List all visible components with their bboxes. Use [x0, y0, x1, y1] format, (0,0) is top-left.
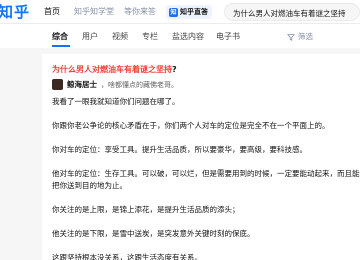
answer-paragraph: 他对车的定位：生存工具。可以破，可以烂，但是需要用到的时候，一定要能动起来，而且…	[52, 169, 360, 178]
filter-button[interactable]: 筛选	[287, 31, 313, 42]
author-name[interactable]: 鲸海居士	[67, 79, 97, 90]
search-input[interactable]: 为什么男人对燃油车有着谜之坚持	[224, 3, 360, 21]
tab-salt-content[interactable]: 盐选内容	[172, 31, 204, 42]
tab-users[interactable]: 用户	[82, 31, 98, 42]
search-value: 为什么男人对燃油车有着谜之坚持	[233, 9, 346, 18]
zhida-icon: 知	[169, 7, 178, 17]
answer-paragraph: 你对车的定位：享受工具。提升生活品质，所以要豪华，要高级，要科技感。	[52, 145, 307, 154]
zhida-label: 知乎直答	[180, 8, 208, 16]
avatar[interactable]	[52, 79, 63, 90]
answer-paragraph: 他关注的是下限，是雪中送炭，是突发意外关键时刻的保底。	[52, 229, 255, 238]
author-bio: ，啥都懂点的藏佛老哥。	[101, 80, 178, 89]
answer-paragraph: 把你送到目的地为止。	[52, 181, 127, 190]
question-title-suffix: ?	[172, 65, 177, 74]
filter-label: 筛选	[298, 32, 313, 41]
tab-ebooks[interactable]: 电子书	[216, 31, 240, 42]
nav-home[interactable]: 首页	[44, 6, 60, 17]
top-header: 知乎 首页 知乎知学堂 等你来答 知 知乎直答 为什么男人对燃油车有着谜之坚持	[0, 0, 360, 24]
question-title[interactable]: 为什么男人对燃油车有着谜之坚持?	[52, 64, 177, 75]
author-line: 鲸海居士 ，啥都懂点的藏佛老哥。	[52, 79, 178, 90]
answer-paragraph: 你跟你老公争论的核心矛盾在于，你们两个人对车的定位是完全不在一个平面上的。	[52, 121, 330, 130]
nav-waiting-answers[interactable]: 等你来答	[124, 6, 156, 17]
answer-paragraph: 我看了一眼我就知道你们问题在哪了。	[52, 97, 180, 106]
tab-videos[interactable]: 视频	[112, 31, 128, 42]
zhida-button[interactable]: 知 知乎直答	[166, 5, 212, 19]
tab-columns[interactable]: 专栏	[142, 31, 158, 42]
tab-comprehensive[interactable]: 综合	[52, 31, 68, 42]
active-tab-indicator	[52, 45, 70, 47]
nav-zhixuetang[interactable]: 知乎知学堂	[74, 6, 114, 17]
zhihu-logo[interactable]: 知乎	[0, 1, 30, 22]
answer-paragraph: 你关注的是上限，是锦上添花，是提升生活品质的添头；	[52, 205, 240, 214]
search-tabs: 综合 用户 视频 专栏 盐选内容 电子书 筛选	[0, 24, 360, 48]
filter-icon	[287, 33, 295, 41]
answer-paragraph: 这跟坚持根本没关系，这跟生活态度有关系。	[52, 253, 202, 260]
search-result-card: 为什么男人对燃油车有着谜之坚持? 鲸海居士 ，啥都懂点的藏佛老哥。 我看了一眼我…	[42, 54, 360, 260]
question-title-highlight: 为什么男人对燃油车有着谜之坚持	[52, 65, 172, 74]
